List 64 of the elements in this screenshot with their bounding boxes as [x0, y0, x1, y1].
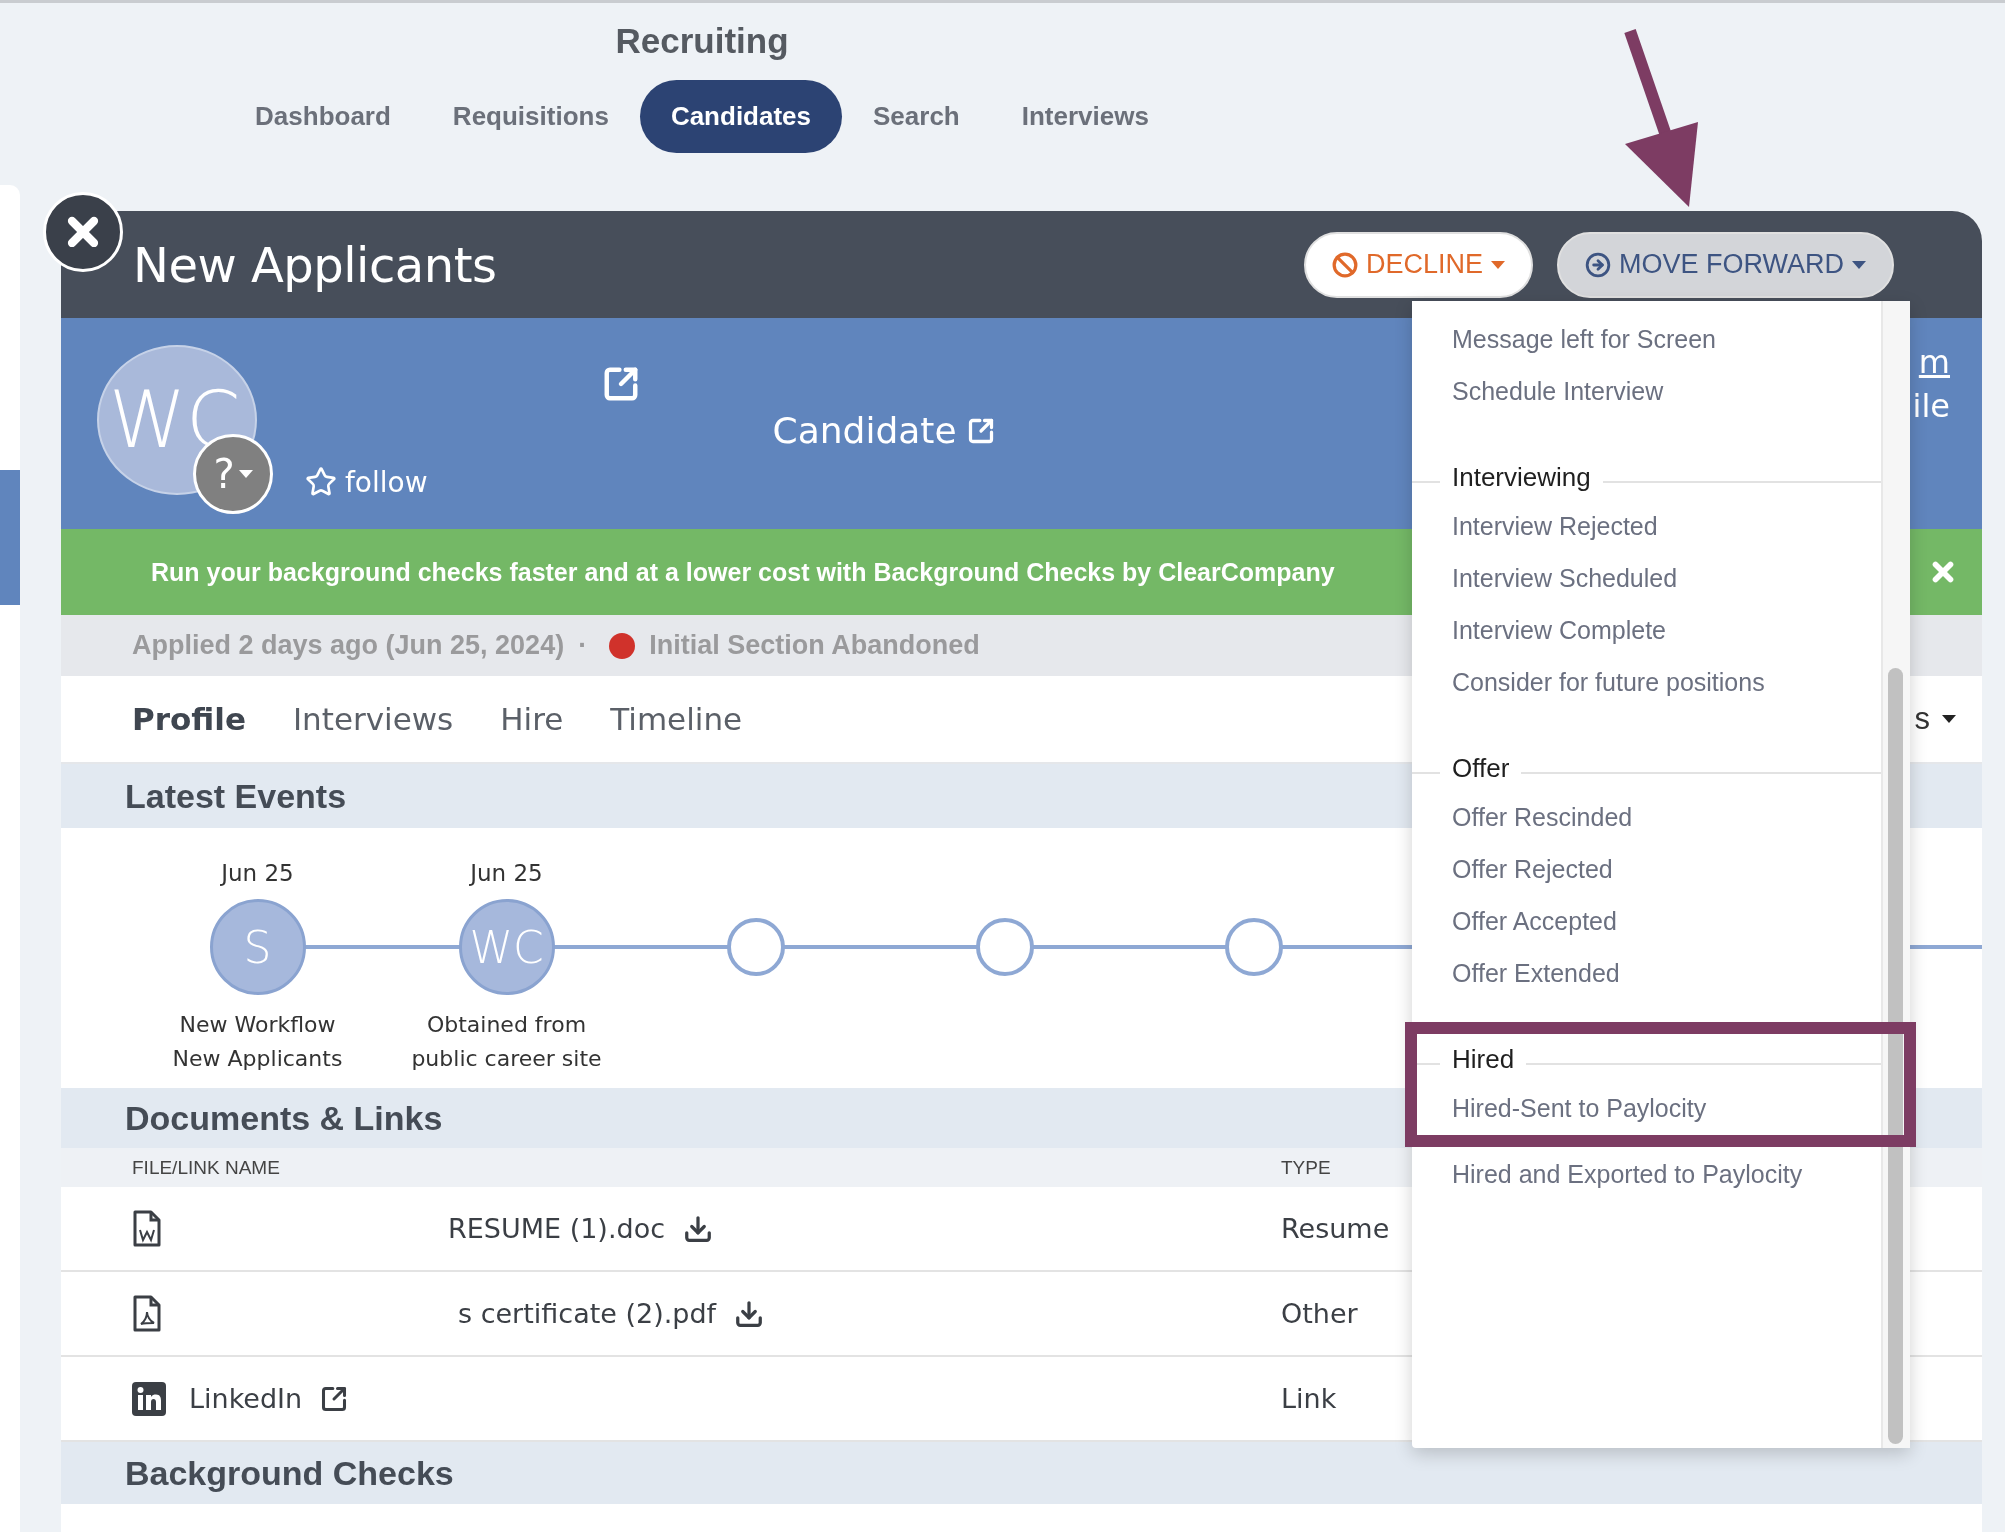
menu-item[interactable]: Hired and Exported to Paylocity — [1452, 1148, 1882, 1200]
profile-link[interactable]: m — [1918, 340, 1950, 384]
menu-group-header: Interviewing — [1452, 461, 1592, 493]
column-header: TYPE — [1281, 1156, 1331, 1179]
file-type: Link — [1281, 1383, 1337, 1414]
file-link[interactable]: LinkedIn — [189, 1383, 303, 1414]
linkedin-icon — [132, 1381, 166, 1416]
event-label: Obtained from public career site — [411, 1011, 602, 1073]
menu-item[interactable]: Interview Scheduled — [1452, 552, 1882, 604]
profile-tab[interactable]: Hire — [500, 701, 564, 737]
event-avatar: S — [209, 899, 306, 995]
separator: · — [578, 630, 588, 661]
caret-icon — [238, 470, 253, 478]
event-avatar: WC — [458, 899, 555, 995]
section-header: Background Checks — [61, 1442, 1982, 1504]
file-type: Other — [1281, 1298, 1358, 1329]
caret-icon — [1942, 715, 1956, 723]
follow-link[interactable]: follow — [305, 462, 428, 502]
move-forward-button[interactable]: MOVE FORWARD — [1557, 231, 1894, 298]
profile-tab[interactable]: Profile — [132, 701, 246, 737]
status-text: Initial Section Abandoned — [649, 630, 980, 661]
candidate-link[interactable]: Candidate — [772, 410, 995, 451]
profile-tab[interactable]: Interviews — [292, 701, 454, 737]
banner-text: Run your background checks faster and at a lower cost with Background Checks by ClearCompany — [151, 557, 1335, 587]
column-header: FILE/LINK NAME — [132, 1156, 280, 1179]
nav-tab[interactable]: Requisitions — [421, 80, 640, 153]
event-date: Jun 25 — [221, 859, 294, 888]
caret-icon — [1491, 260, 1505, 269]
file-type: Resume — [1281, 1213, 1390, 1244]
nav-tab[interactable]: Search — [842, 80, 991, 153]
nav-tab[interactable]: Candidates — [639, 80, 843, 153]
menu-item[interactable]: Offer Extended — [1452, 947, 1882, 999]
nav-tab[interactable]: Interviews — [990, 80, 1180, 153]
menu-item[interactable]: Offer Accepted — [1452, 895, 1882, 947]
pdf-file-icon — [132, 1294, 162, 1333]
menu-item[interactable]: Schedule Interview — [1452, 365, 1882, 417]
word-file-icon — [132, 1209, 162, 1248]
ban-icon — [1331, 251, 1358, 278]
menu-item[interactable]: Interview Complete — [1452, 604, 1882, 656]
app-title: Recruiting — [615, 21, 789, 61]
applied-text: Applied 2 days ago (Jun 25, 2024) — [132, 630, 565, 661]
profile-tab[interactable]: Timeline — [610, 701, 743, 737]
file-link[interactable]: s certificate (2).pdf — [458, 1298, 717, 1329]
panel-title: New Applicants — [133, 236, 498, 293]
menu-item[interactable]: Offer Rejected — [1452, 843, 1882, 895]
menu-item[interactable]: Message left for Screen — [1452, 313, 1882, 365]
download-icon[interactable] — [683, 1213, 713, 1244]
menu-item[interactable]: Consider for future positions — [1452, 656, 1882, 708]
menu-item[interactable]: Interview Rejected — [1452, 500, 1882, 552]
caret-icon — [1852, 260, 1866, 269]
file-link[interactable]: RESUME (1).doc — [448, 1213, 665, 1244]
external-link-icon[interactable] — [320, 1384, 349, 1413]
star-icon — [305, 466, 337, 498]
more-tabs-dropdown[interactable]: s — [1914, 701, 1956, 737]
nav-tab[interactable]: Dashboard — [224, 80, 422, 153]
status-dot — [609, 632, 636, 659]
download-icon[interactable] — [734, 1298, 765, 1329]
menu-group-header: Hired — [1452, 1043, 1516, 1075]
external-link-icon — [966, 416, 995, 445]
decline-button[interactable]: DECLINE — [1303, 231, 1533, 298]
event-date: Jun 25 — [470, 859, 543, 888]
event-label: New Workflow New Applicants — [172, 1011, 343, 1073]
scrollbar-thumb[interactable] — [1888, 668, 1903, 1444]
profile-text: ile — [1912, 386, 1950, 427]
